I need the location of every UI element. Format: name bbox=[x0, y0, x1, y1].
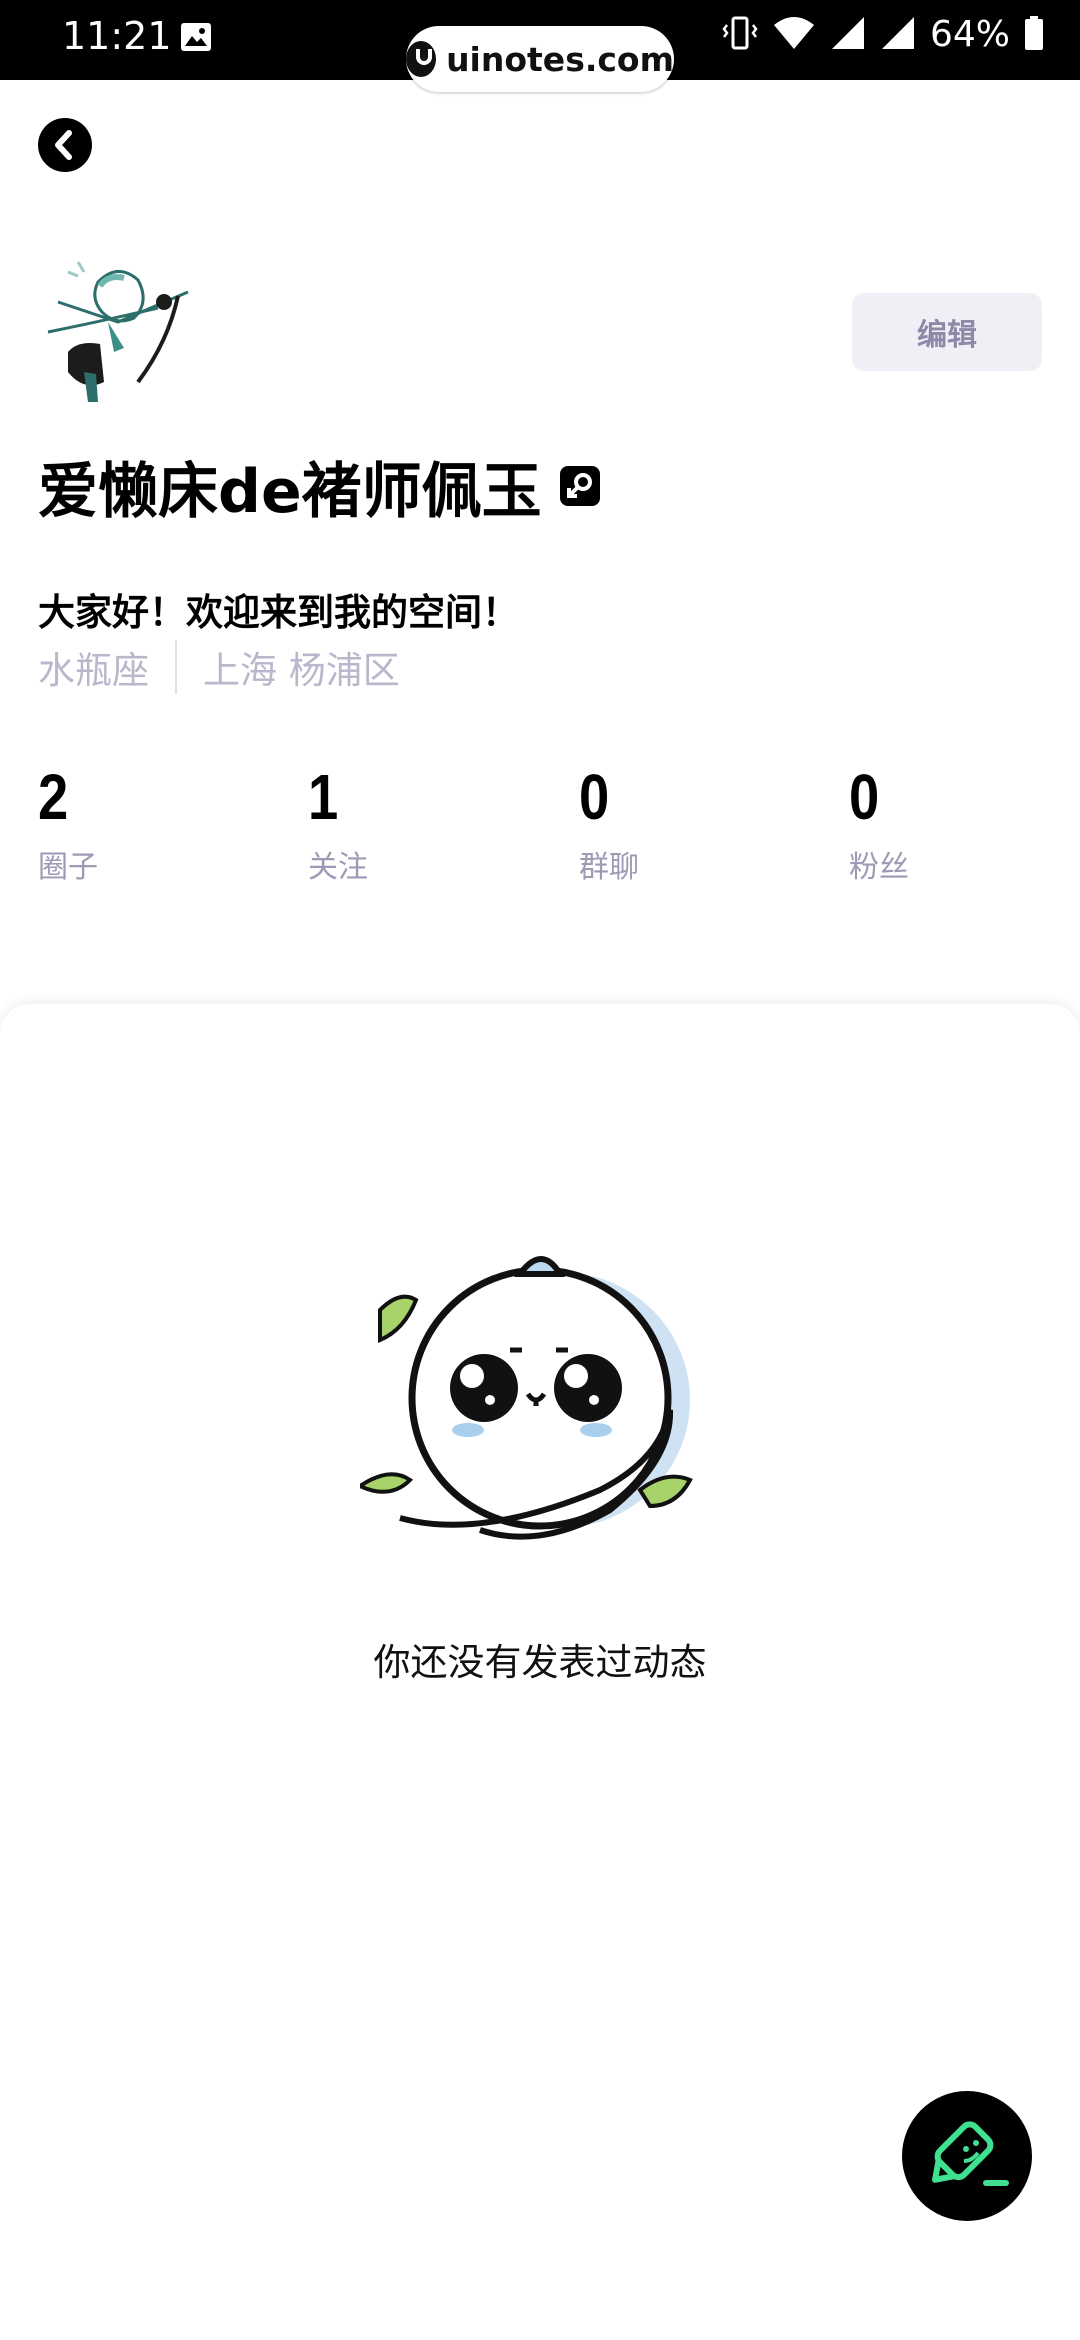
watermark-text: uinotes.com bbox=[446, 39, 674, 79]
back-button[interactable] bbox=[38, 118, 92, 172]
watermark-badge: uinotes.com bbox=[406, 26, 674, 92]
stat-fans[interactable]: 0 粉丝 bbox=[849, 762, 909, 886]
name-row: 爱懒床de褚师佩玉 bbox=[38, 448, 600, 527]
stat-label: 关注 bbox=[308, 850, 368, 885]
meta-divider bbox=[175, 640, 177, 694]
image-notification-icon bbox=[180, 22, 212, 52]
stat-value: 0 bbox=[579, 761, 610, 833]
stat-label: 圈子 bbox=[38, 850, 98, 885]
username: 爱懒床de褚师佩玉 bbox=[38, 456, 542, 527]
profile-meta: 水瓶座 上海 杨浦区 bbox=[38, 640, 400, 694]
stat-value: 0 bbox=[849, 761, 880, 833]
status-time: 11:21 bbox=[62, 14, 172, 58]
wifi-icon bbox=[772, 15, 816, 55]
stat-following[interactable]: 1 关注 bbox=[308, 762, 368, 886]
profile-link-icon[interactable] bbox=[559, 466, 600, 506]
edit-profile-button[interactable]: 编辑 bbox=[852, 293, 1042, 371]
avatar[interactable] bbox=[38, 252, 198, 412]
stat-label: 群聊 bbox=[579, 850, 639, 885]
stat-label: 粉丝 bbox=[849, 850, 909, 885]
chevron-left-icon bbox=[55, 130, 72, 160]
stat-value: 1 bbox=[308, 761, 339, 833]
stat-group-chats[interactable]: 0 群聊 bbox=[579, 762, 639, 886]
empty-state-mascot-illustration bbox=[355, 1230, 710, 1560]
vibrate-icon bbox=[722, 15, 758, 55]
stat-circles[interactable]: 2 圈子 bbox=[38, 762, 98, 886]
signal-icon-2 bbox=[880, 15, 916, 55]
empty-state-message: 你还没有发表过动态 bbox=[373, 1641, 707, 1684]
compose-post-button[interactable] bbox=[902, 2091, 1032, 2221]
stat-value: 2 bbox=[38, 761, 69, 833]
battery-percent: 64% bbox=[929, 14, 1010, 55]
edit-pen-icon bbox=[932, 2121, 1009, 2186]
location-label: 上海 杨浦区 bbox=[203, 649, 400, 692]
watermark-logo-icon bbox=[406, 41, 437, 77]
zodiac-label: 水瓶座 bbox=[38, 649, 149, 692]
battery-icon bbox=[1024, 15, 1044, 55]
signal-icon bbox=[830, 15, 866, 55]
status-right: 64% bbox=[722, 14, 1044, 55]
bio-text: 大家好！欢迎来到我的空间！ bbox=[38, 591, 519, 634]
